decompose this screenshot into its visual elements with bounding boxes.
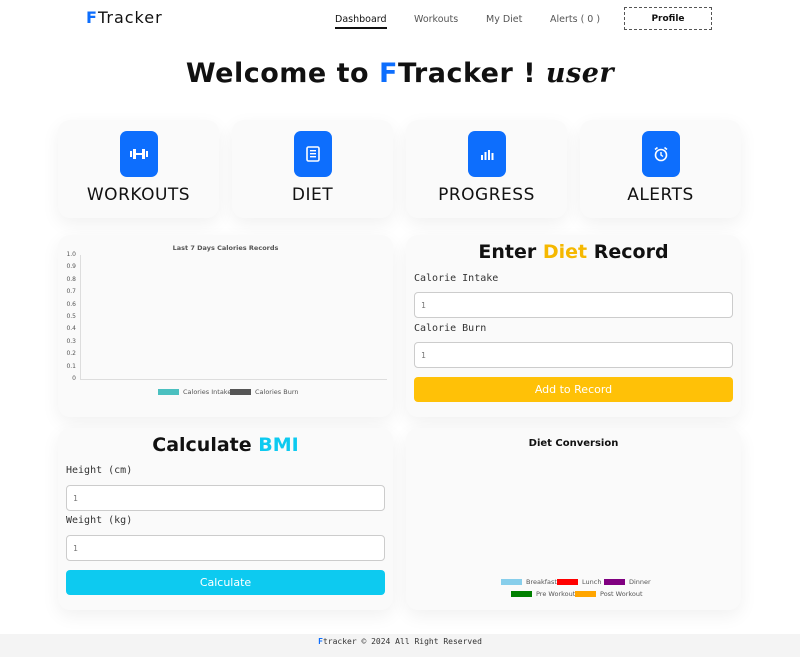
legend-breakfast[interactable]: Breakfast [501,578,557,586]
legend-swatch [501,579,522,585]
legend-label: Lunch [582,578,602,586]
weight-input[interactable]: 1 [66,535,385,561]
y-tick-label: 0.3 [66,337,76,345]
legend-label: Dinner [629,578,651,586]
legend-label: Calories Burn [255,388,299,396]
diet-chart-panel: Diet Conversion Breakfast Lunch Dinner P… [406,428,741,610]
alarm-clock-icon [641,131,680,177]
y-tick-label: 0.8 [66,275,76,283]
legend-swatch [158,389,179,395]
y-tick-label: 0.4 [66,325,76,333]
tile-label: WORKOUTS [86,185,191,205]
title-accent: Diet [542,241,588,263]
title-accent: BMI [258,434,299,456]
footer-text: tracker © 2024 All Right Reserved [322,637,482,646]
chart-title: Last 7 Days Calories Records [172,244,279,252]
title-prefix: Enter [478,241,543,263]
legend-calories-intake[interactable]: Calories Intake [158,388,231,396]
calorie-burn-input[interactable]: 1 [414,342,733,368]
navbar: FTracker Dashboard Workouts My Diet Aler… [0,0,800,42]
tile-progress[interactable]: PROGRESS [406,120,567,218]
legend-swatch [575,591,596,597]
tile-label: ALERTS [627,185,694,205]
legend-label: Calories Intake [183,388,232,396]
tile-workouts[interactable]: WORKOUTS [58,120,219,218]
legend-lunch[interactable]: Lunch [557,578,601,586]
calories-chart-panel: Last 7 Days Calories Records 1.0 0.9 0.8 0.… [58,235,393,417]
tile-diet[interactable]: DIET [232,120,393,218]
legend-label: Breakfast [526,578,557,586]
legend-dinner[interactable]: Dinner [604,578,651,586]
legend-label: Pre Workout [536,590,576,598]
footer: Ftracker © 2024 All Right Reserved [0,634,800,657]
weight-label: Weight (kg) [66,515,133,526]
y-tick-label: 0.5 [66,313,76,320]
title-suffix: Record [587,241,669,263]
legend-swatch [604,579,625,585]
brand-logo[interactable]: FTracker [86,8,163,27]
tile-label: PROGRESS [438,185,535,205]
brand-name: Tracker [97,8,163,27]
bmi-panel: Calculate BMI Height (cm) 1 Weight (kg) … [58,428,393,610]
nav-link-dashboard[interactable]: Dashboard [335,14,387,29]
diet-form-title: Enter Diet Record [406,241,741,263]
y-tick-label: 0.2 [66,350,76,358]
y-tick-label: 1.0 [66,251,76,258]
legend-pre-workout[interactable]: Pre Workout [511,590,575,598]
book-icon [293,131,332,177]
welcome-brand-letter: F [379,58,398,89]
legend-swatch [230,389,251,395]
legend-calories-burn[interactable]: Calories Burn [230,388,299,396]
y-tick-label: 0 [72,375,76,382]
calorie-intake-label: Calorie Intake [414,273,499,284]
nav-link-alerts[interactable]: Alerts ( 0 ) [550,14,600,25]
brand-letter: F [86,8,98,27]
welcome-username: user [545,58,615,89]
tile-alerts[interactable]: ALERTS [580,120,741,218]
bar-chart-icon [467,131,506,177]
title-prefix: Calculate [152,434,259,456]
welcome-prefix: Welcome to [185,58,379,89]
tile-label: DIET [291,185,334,205]
y-tick-label: 0.9 [66,263,76,271]
profile-button[interactable]: Profile [624,7,712,30]
legend-swatch [557,579,578,585]
add-to-record-button[interactable]: Add to Record [414,377,733,402]
legend-post-workout[interactable]: Post Workout [575,590,643,598]
y-tick-label: 0.1 [66,362,76,370]
nav-link-workouts[interactable]: Workouts [414,14,458,25]
welcome-heading: Welcome to FTracker ! user [0,58,800,89]
plot-area [80,255,387,380]
bmi-form-title: Calculate BMI [58,434,393,456]
height-label: Height (cm) [66,465,133,476]
calculate-button[interactable]: Calculate [66,570,385,595]
nav-link-my-diet[interactable]: My Diet [486,14,522,25]
calorie-intake-input[interactable]: 1 [414,292,733,318]
legend-label: Post Workout [600,590,643,598]
calorie-burn-label: Calorie Burn [414,323,487,334]
legend-swatch [511,591,532,597]
y-tick-label: 0.7 [66,288,76,296]
y-tick-label: 0.6 [66,300,76,308]
dumbbell-icon [119,131,158,177]
diet-record-panel: Enter Diet Record Calorie Intake 1 Calor… [406,235,741,417]
welcome-brand-rest: Tracker ! [397,58,546,89]
diet-chart-title: Diet Conversion [528,438,619,449]
height-input[interactable]: 1 [66,485,385,511]
